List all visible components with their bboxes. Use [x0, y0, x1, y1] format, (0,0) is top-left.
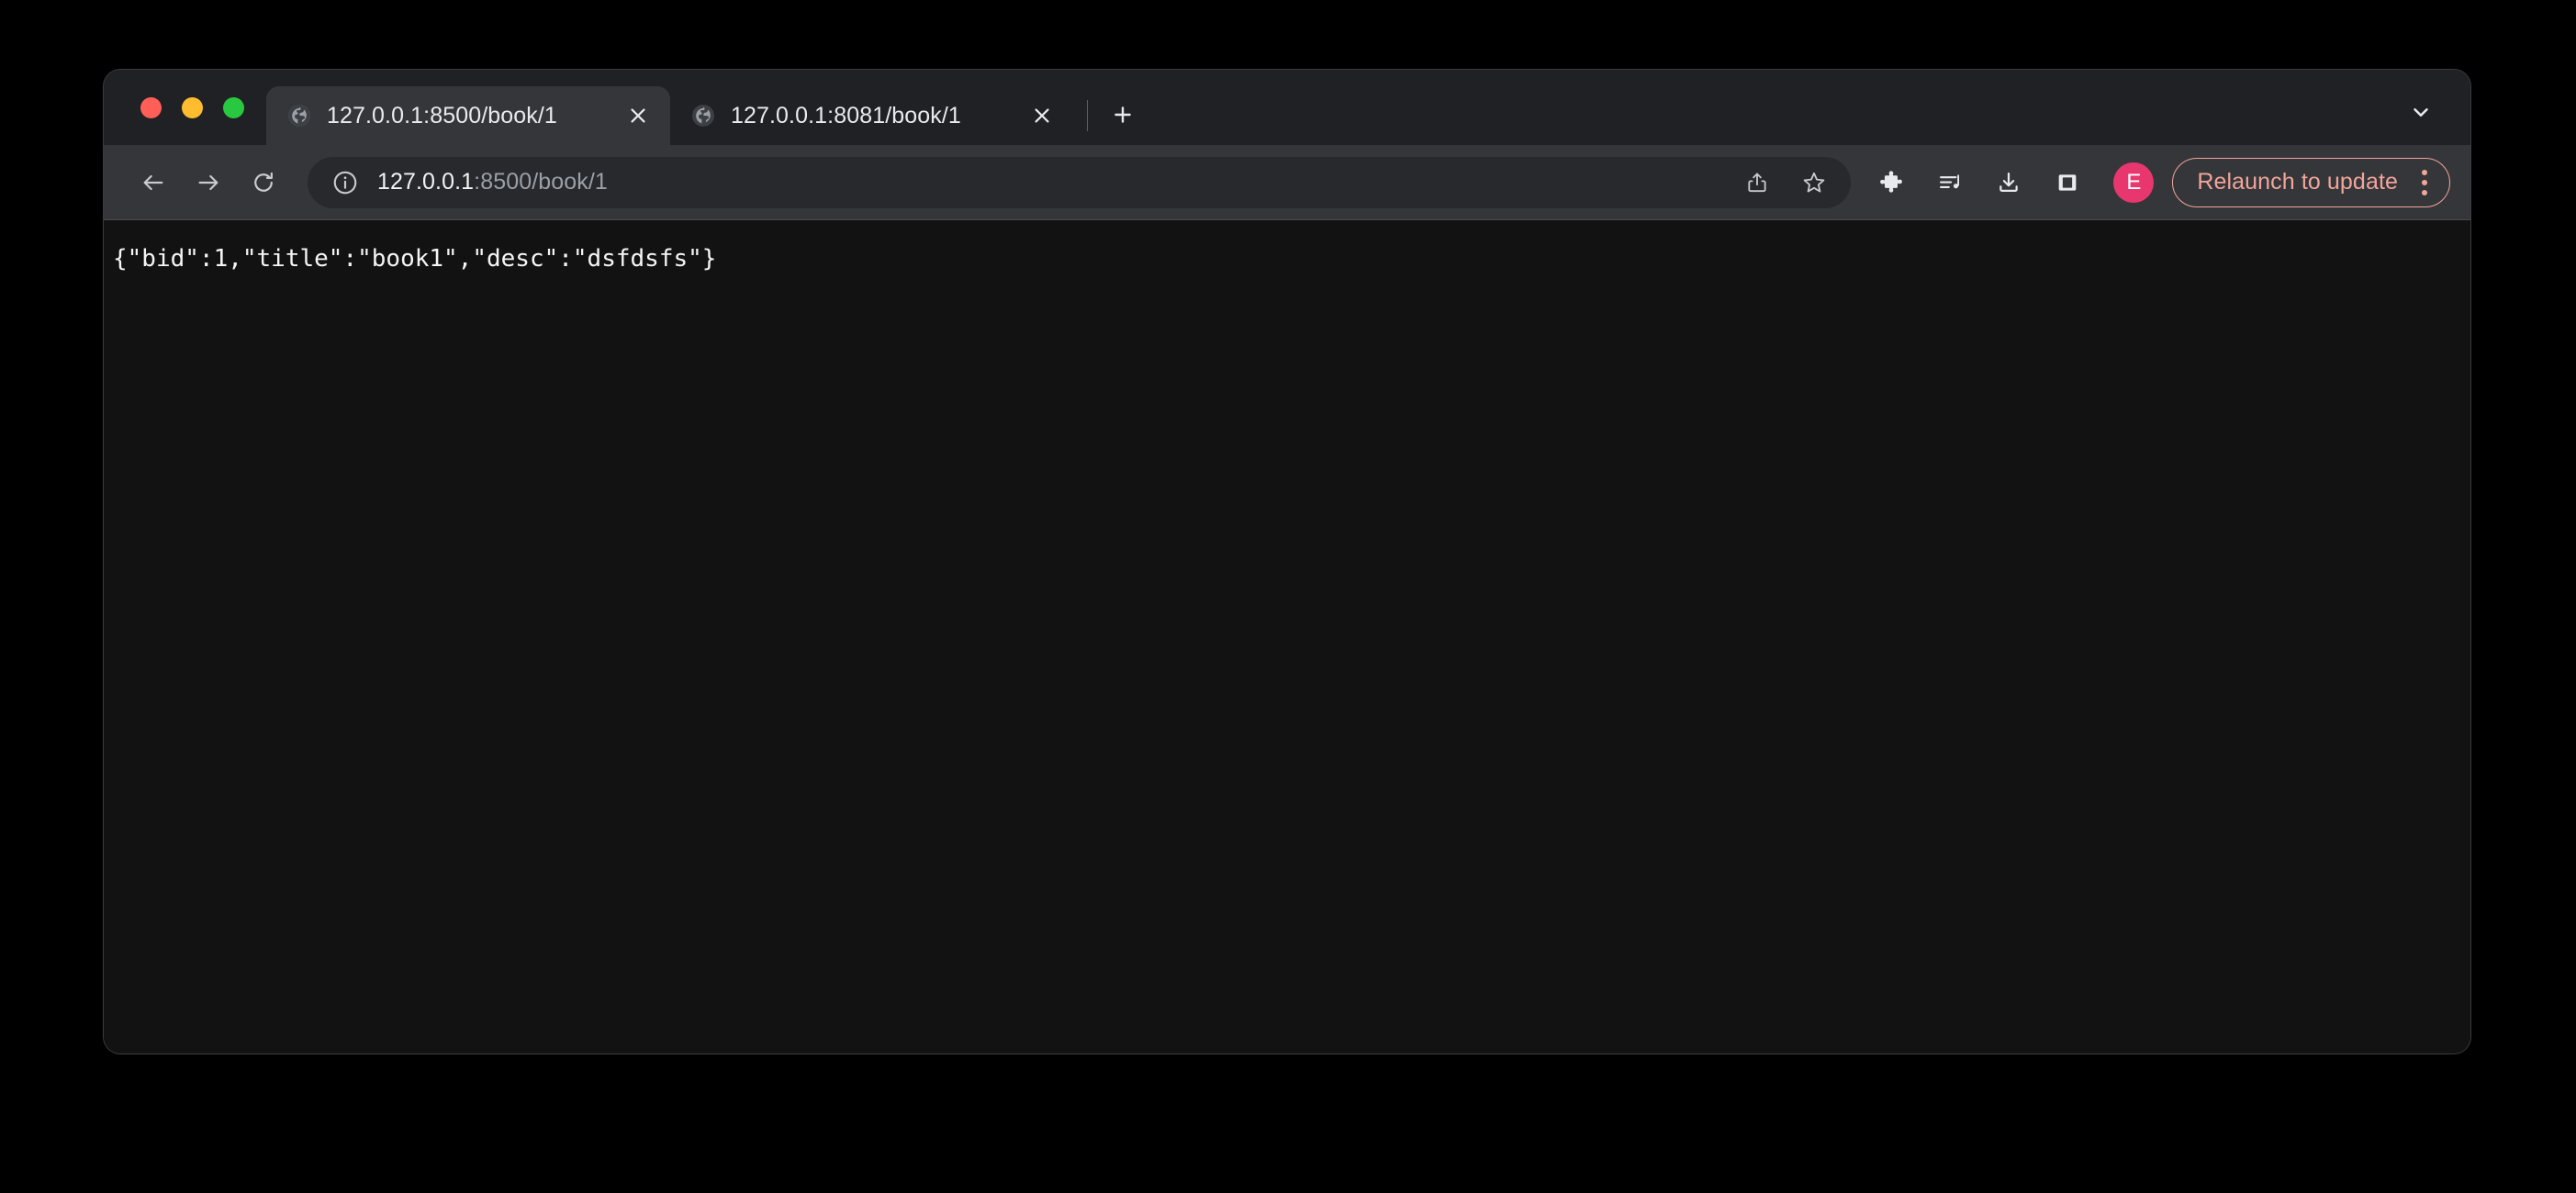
- tab-divider: [1087, 100, 1088, 131]
- globe-icon: [690, 103, 716, 128]
- download-icon[interactable]: [1983, 157, 2034, 208]
- url-host: 127.0.0.1: [377, 169, 475, 195]
- address-bar[interactable]: 127.0.0.1:8500/book/1: [308, 156, 1852, 208]
- share-icon[interactable]: [1733, 159, 1781, 206]
- tab-title: 127.0.0.1:8081/book/1: [731, 102, 961, 128]
- window-maximize-button[interactable]: [223, 96, 244, 118]
- window-controls: [104, 70, 266, 145]
- tab-0[interactable]: 127.0.0.1:8500/book/1: [266, 86, 670, 145]
- tab-close-button[interactable]: [1026, 100, 1058, 131]
- tab-1[interactable]: 127.0.0.1:8081/book/1: [670, 86, 1074, 145]
- forward-button[interactable]: [183, 157, 234, 208]
- window-close-button[interactable]: [140, 96, 162, 118]
- star-icon[interactable]: [1790, 159, 1838, 206]
- page-content: {"bid":1,"title":"book1","desc":"dsfdsfs…: [104, 220, 2470, 1054]
- omnibox-actions: [1733, 159, 1838, 206]
- three-dot-menu-icon[interactable]: [2409, 162, 2440, 203]
- tab-search-button[interactable]: [2399, 90, 2443, 134]
- tab-close-button[interactable]: [622, 100, 654, 131]
- tab-title: 127.0.0.1:8500/book/1: [327, 102, 557, 128]
- json-response-body: {"bid":1,"title":"book1","desc":"dsfdsfs…: [113, 245, 717, 273]
- tab-list: 127.0.0.1:8500/book/1 127.0.0.1:8081/boo…: [266, 70, 1145, 145]
- new-tab-button[interactable]: [1101, 93, 1145, 137]
- browser-toolbar: 127.0.0.1:8500/book/1 E Relaunch to upda…: [104, 145, 2470, 220]
- avatar-initial: E: [2126, 169, 2142, 195]
- media-list-icon[interactable]: [1924, 157, 1976, 208]
- globe-icon: [286, 103, 312, 128]
- info-circle-icon[interactable]: [331, 169, 359, 196]
- browser-window: 127.0.0.1:8500/book/1 127.0.0.1:8081/boo…: [104, 70, 2470, 1054]
- reload-button[interactable]: [238, 157, 289, 208]
- tab-strip: 127.0.0.1:8500/book/1 127.0.0.1:8081/boo…: [104, 70, 2470, 145]
- side-panel-icon[interactable]: [2042, 157, 2093, 208]
- url-path: :8500/book/1: [474, 169, 608, 195]
- avatar[interactable]: E: [2113, 162, 2155, 203]
- url-text: 127.0.0.1:8500/book/1: [377, 169, 1724, 195]
- window-minimize-button[interactable]: [182, 96, 203, 118]
- relaunch-to-update-button[interactable]: Relaunch to update: [2172, 157, 2450, 207]
- toolbar-actions: E Relaunch to update: [1865, 157, 2450, 208]
- back-button[interactable]: [128, 157, 179, 208]
- update-label: Relaunch to update: [2197, 169, 2398, 195]
- puzzle-icon[interactable]: [1865, 157, 1917, 208]
